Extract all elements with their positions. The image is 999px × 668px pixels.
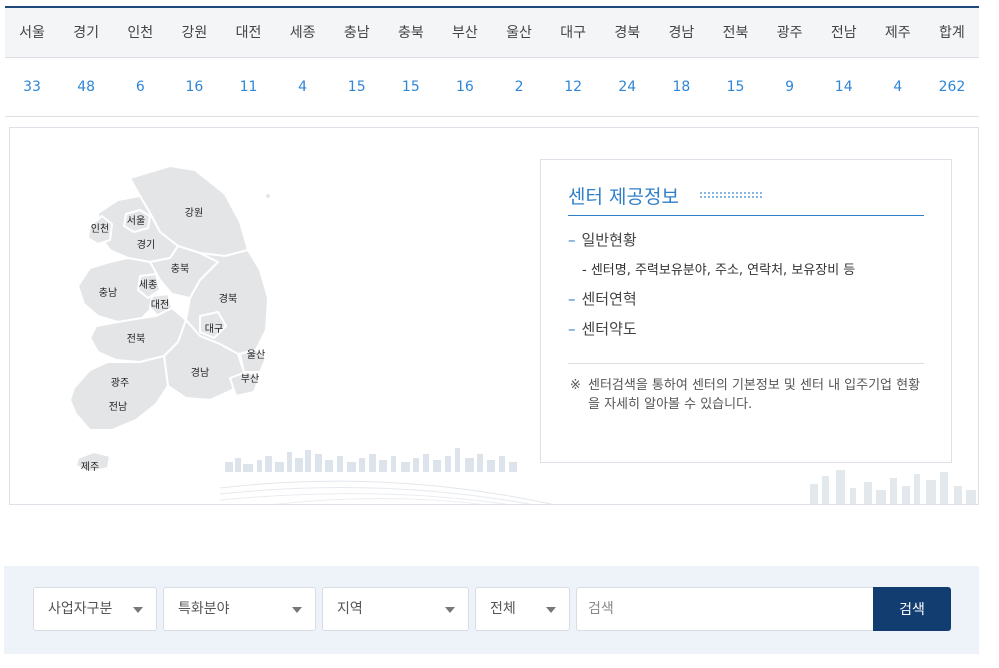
map-label-gwangju: 광주 [111,377,129,389]
region-count-incheon[interactable]: 6 [113,57,168,117]
region-header-busan: 부산 [437,7,492,58]
map-label-gyeongbuk: 경북 [219,292,237,305]
city-skyline-illustration-right [810,470,976,504]
info-item-label: 센터약도 [581,320,637,338]
region-header-jeonbuk: 전북 [708,7,763,58]
scope-select[interactable]: 전체 [475,587,570,631]
reference-mark-icon: ※ [570,378,581,393]
map-region-jeonnam[interactable] [69,355,169,431]
region-header-jeonnam: 전남 [816,7,871,58]
region-header-chungnam: 충남 [329,7,384,58]
dash-icon: – [568,290,576,308]
region-count-jeonnam[interactable]: 14 [816,57,871,117]
region-header-row: 서울 경기 인천 강원 대전 세종 충남 충북 부산 울산 대구 경북 경남 전… [5,7,979,58]
region-header-gyeonggi: 경기 [59,7,114,58]
region-header-sejong: 세종 [275,7,330,58]
region-count-gyeongnam[interactable]: 18 [654,57,709,117]
info-note: ※ 센터검색을 통하여 센터의 기본정보 및 센터 내 입주기업 현황을 자세히… [570,376,930,414]
select-value: 지역 [337,601,363,617]
region-header-gwangju: 광주 [762,7,817,58]
search-button[interactable]: 검색 [873,587,951,631]
info-item-label: 센터연혁 [581,290,637,308]
divider [568,363,924,364]
info-item-location: – 센터약도 [568,318,637,339]
center-count-table: 서울 경기 인천 강원 대전 세종 충남 충북 부산 울산 대구 경북 경남 전… [5,6,979,117]
region-select[interactable]: 지역 [322,587,469,631]
center-search-bar: 사업자구분 특화분야 지역 전체 검색 [4,566,979,654]
info-item-label: 일반현황 [581,231,637,249]
info-item-history: – 센터연혁 [568,288,637,309]
region-count-gyeonggi[interactable]: 48 [59,57,114,117]
center-info-box: 센터 제공정보 – 일반현황 - 센터명, 주력보유분야, 주소, 연락처, 보유… [540,159,952,463]
map-label-sejong: 세종 [139,279,157,291]
region-header-gangwon: 강원 [167,7,222,58]
caret-down-icon [292,607,302,613]
specialty-field-select[interactable]: 특화분야 [163,587,316,631]
region-count-ulsan[interactable]: 2 [491,57,547,117]
region-count-gangwon[interactable]: 16 [167,57,222,117]
caret-down-icon [133,607,143,613]
region-header-jeju: 제주 [870,7,925,58]
region-header-gyeongbuk: 경북 [600,7,655,58]
info-note-text: 센터검색을 통하여 센터의 기본정보 및 센터 내 입주기업 현황을 자세히 알… [588,378,921,412]
info-item-general-detail: - 센터명, 주력보유분야, 주소, 연락처, 보유장비 등 [582,263,856,278]
map-label-jeju: 제주 [81,461,99,473]
map-label-seoul: 서울 [127,215,145,227]
region-count-seoul[interactable]: 33 [5,57,60,117]
region-count-row: 33 48 6 16 11 4 15 15 16 2 12 24 18 15 9… [5,57,979,117]
region-header-total: 합계 [924,7,979,58]
region-count-chungbuk[interactable]: 15 [383,57,438,117]
region-header-daegu: 대구 [546,7,601,58]
region-header-ulsan: 울산 [491,7,547,58]
map-label-gangwon: 강원 [185,207,203,219]
region-count-jeonbuk[interactable]: 15 [708,57,763,117]
map-info-panel: 서울 인천 경기 강원 충북 충남 세종 대전 경북 대구 전북 울산 경남 부… [9,127,979,505]
region-count-sejong[interactable]: 4 [275,57,330,117]
info-title: 센터 제공정보 [568,186,679,208]
map-label-busan: 부산 [241,373,259,385]
search-input[interactable] [576,587,874,631]
dotted-pattern-decoration [699,191,763,200]
region-header-daejeon: 대전 [221,7,276,58]
region-count-daegu[interactable]: 12 [546,57,601,117]
region-header-chungbuk: 충북 [383,7,438,58]
caret-down-icon [445,607,455,613]
map-label-gyeonggi: 경기 [137,238,155,251]
region-count-jeju[interactable]: 4 [870,57,925,117]
map-label-chungbuk: 충북 [171,263,189,275]
map-label-incheon: 인천 [91,223,109,235]
dash-icon: – [568,231,576,249]
map-region-dokdo [264,192,272,200]
korea-region-map: 서울 인천 경기 강원 충북 충남 세종 대전 경북 대구 전북 울산 경남 부… [69,165,272,473]
title-underline [568,215,924,216]
business-type-select[interactable]: 사업자구분 [33,587,157,631]
caret-down-icon [546,607,556,613]
select-value: 전체 [490,601,516,617]
select-value: 사업자구분 [48,601,113,617]
map-label-jeonbuk: 전북 [127,333,145,345]
select-value: 특화분야 [178,601,230,617]
map-label-gyeongnam: 경남 [191,366,209,379]
map-label-jeonnam: 전남 [109,401,127,413]
dash-icon: – [568,320,576,338]
region-count-gwangju[interactable]: 9 [762,57,817,117]
map-label-daegu: 대구 [205,323,223,335]
info-item-general: – 일반현황 [568,229,637,250]
region-header-gyeongnam: 경남 [654,7,709,58]
map-label-ulsan: 울산 [247,349,265,361]
region-count-busan[interactable]: 16 [437,57,492,117]
region-count-daejeon[interactable]: 11 [221,57,276,117]
region-header-seoul: 서울 [5,7,60,58]
region-header-incheon: 인천 [113,7,168,58]
region-count-total: 262 [924,57,979,117]
map-label-daejeon: 대전 [151,299,169,311]
region-count-gyeongbuk[interactable]: 24 [600,57,655,117]
map-label-chungnam: 충남 [99,287,117,299]
region-count-chungnam[interactable]: 15 [329,57,384,117]
